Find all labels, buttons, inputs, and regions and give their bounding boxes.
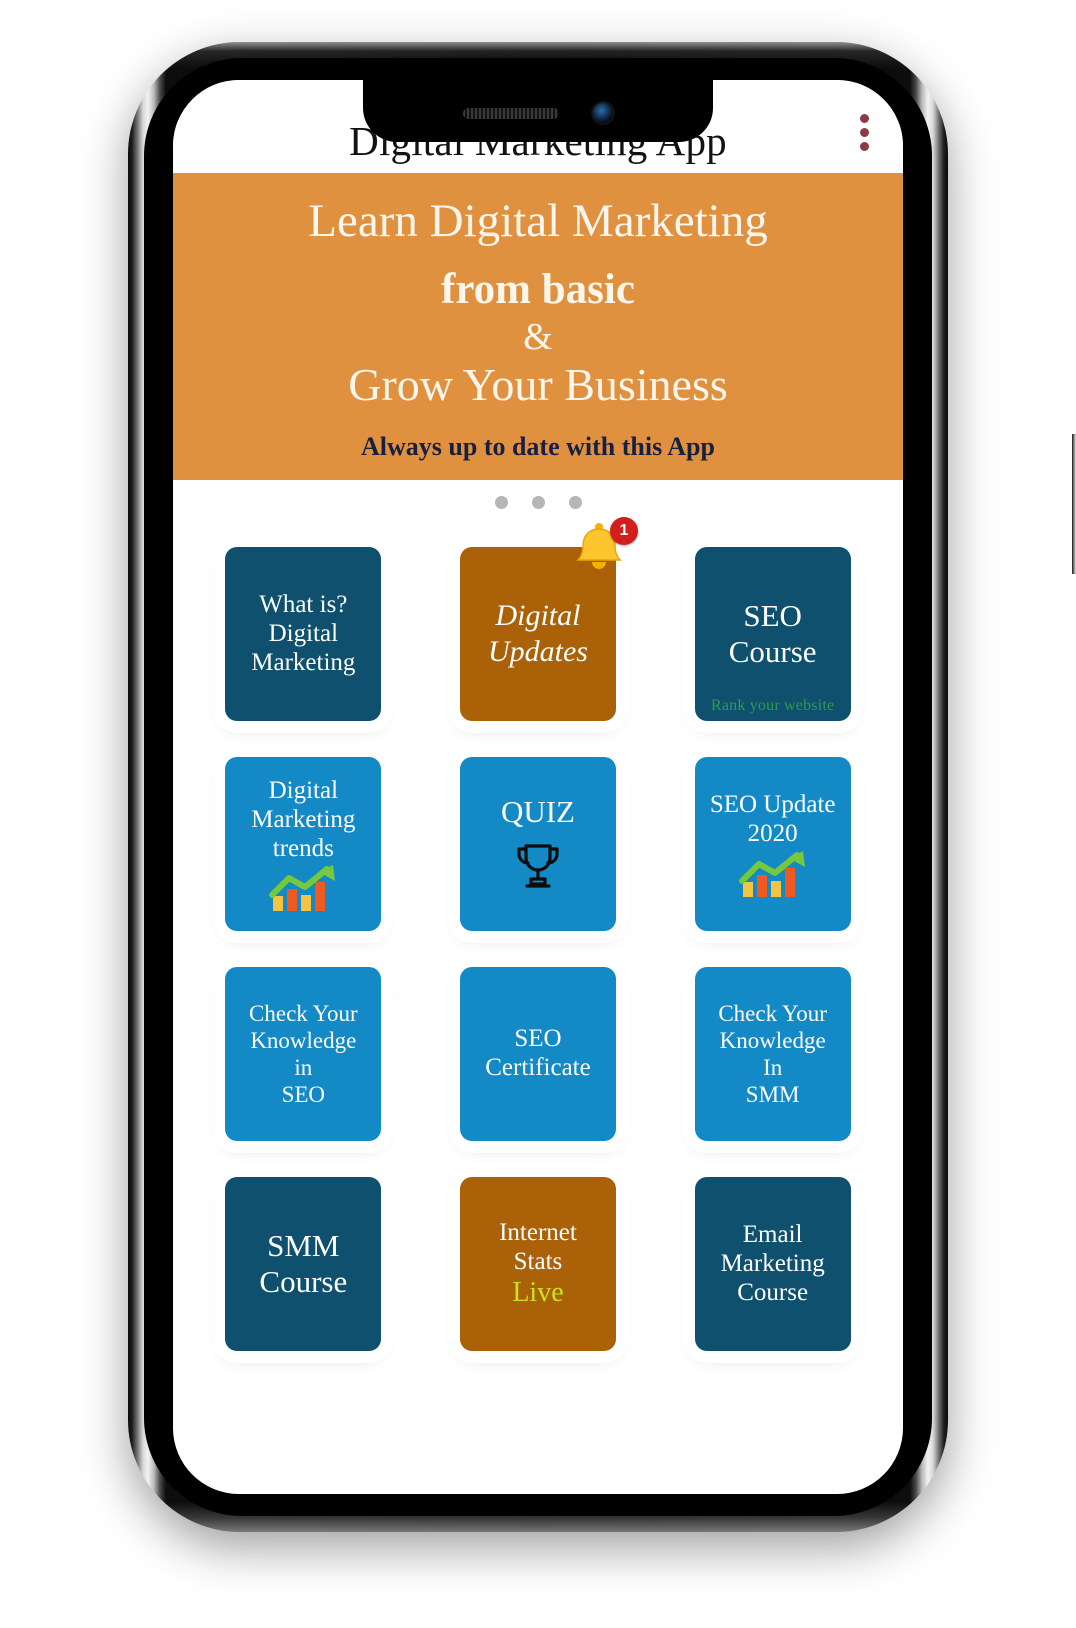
tile-seo-update-2020[interactable]: SEO Update 2020 bbox=[694, 757, 851, 932]
tile-what-is-digital-marketing[interactable]: What is? Digital Marketing bbox=[225, 547, 382, 722]
tile-label: Internet Stats bbox=[499, 1218, 577, 1275]
tile-label: What is? Digital Marketing bbox=[251, 591, 356, 676]
tile-cell: Email Marketing Course bbox=[656, 1163, 889, 1365]
carousel-dot[interactable] bbox=[531, 496, 545, 510]
banner-headline-line-1: Learn Digital Marketing bbox=[308, 195, 768, 247]
growth-chart-icon bbox=[269, 865, 336, 912]
tile-label: Check Your Knowledge In SMM bbox=[718, 1000, 827, 1108]
tile-label: QUIZ bbox=[500, 794, 575, 830]
device-notch bbox=[363, 80, 713, 142]
phone-device-frame: Digital Marketing App Learn Digital Mark… bbox=[128, 42, 1076, 1532]
tile-cell: SEO Certificate bbox=[422, 953, 655, 1155]
trophy-icon bbox=[517, 844, 559, 888]
notification-bell[interactable]: 1 bbox=[570, 517, 638, 581]
phone-screen: Digital Marketing App Learn Digital Mark… bbox=[173, 80, 903, 1494]
banner-ampersand: & bbox=[523, 315, 553, 358]
menu-dot bbox=[860, 128, 869, 137]
tile-label: SEO Update 2020 bbox=[709, 791, 836, 848]
tile-cell: What is? Digital Marketing bbox=[187, 533, 420, 735]
carousel-dot[interactable] bbox=[494, 496, 508, 510]
tile-cell: QUIZ bbox=[422, 743, 655, 945]
tile-check-your-knowledge-in-smm[interactable]: Check Your Knowledge In SMM bbox=[694, 967, 851, 1142]
tile-seo-certificate[interactable]: SEO Certificate bbox=[459, 967, 616, 1142]
tile-cell: Check Your Knowledge In SMM bbox=[656, 953, 889, 1155]
tile-cell: Internet Stats Live bbox=[422, 1163, 655, 1365]
tile-live-label: Live bbox=[512, 1277, 564, 1309]
tile-cell: Digital Marketing trends bbox=[187, 743, 420, 945]
tile-label: SEO Course bbox=[728, 598, 817, 670]
tile-cell: SMM Course bbox=[187, 1163, 420, 1365]
three-dot-menu-icon[interactable] bbox=[856, 110, 873, 155]
tile-email-marketing-course[interactable]: Email Marketing Course bbox=[694, 1177, 851, 1352]
carousel-dot[interactable] bbox=[568, 496, 582, 510]
promo-banner[interactable]: Learn Digital Marketing from basic & Gro… bbox=[173, 173, 903, 481]
banner-headline-line-3: Grow Your Business bbox=[348, 358, 728, 410]
tile-smm-course[interactable]: SMM Course bbox=[225, 1177, 382, 1352]
tile-internet-stats[interactable]: Internet Stats Live bbox=[459, 1177, 616, 1352]
tile-label: Check Your Knowledge in SEO bbox=[249, 1000, 358, 1108]
banner-subtitle: Always up to date with this App bbox=[361, 432, 715, 462]
notification-badge-count: 1 bbox=[609, 517, 638, 546]
tile-label: Digital Marketing trends bbox=[251, 777, 356, 862]
tile-quiz[interactable]: QUIZ bbox=[459, 757, 616, 932]
tile-label: Email Marketing Course bbox=[720, 1221, 825, 1306]
tile-cell: Check Your Knowledge in SEO bbox=[187, 953, 420, 1155]
tile-cell: SEO Update 2020 bbox=[656, 743, 889, 945]
growth-chart-icon bbox=[738, 850, 805, 897]
tile-label: SMM Course bbox=[259, 1228, 348, 1300]
menu-dot bbox=[860, 114, 869, 123]
tile-label: SEO Certificate bbox=[485, 1025, 591, 1082]
tile-subtitle: Rank your website bbox=[710, 697, 835, 715]
front-camera-icon bbox=[593, 103, 613, 123]
speaker-grille-icon bbox=[463, 107, 559, 119]
menu-dot bbox=[860, 142, 869, 151]
tile-digital-marketing-trends[interactable]: Digital Marketing trends bbox=[225, 757, 382, 932]
tile-seo-course[interactable]: SEO Course Rank your website bbox=[694, 547, 851, 722]
feature-tile-grid: What is? Digital Marketing Digital Update… bbox=[173, 517, 903, 1388]
tile-cell: SEO Course Rank your website bbox=[656, 533, 889, 735]
tile-check-your-knowledge-in-seo[interactable]: Check Your Knowledge in SEO bbox=[225, 967, 382, 1142]
tile-cell: Digital Updates 1 bbox=[422, 517, 655, 735]
tile-label: Digital Updates bbox=[487, 598, 588, 669]
power-button[interactable] bbox=[1072, 434, 1076, 574]
tile-digital-updates[interactable]: Digital Updates 1 bbox=[459, 517, 638, 722]
banner-headline-line-2: from basic bbox=[441, 265, 635, 313]
carousel-page-indicator[interactable] bbox=[173, 480, 903, 520]
